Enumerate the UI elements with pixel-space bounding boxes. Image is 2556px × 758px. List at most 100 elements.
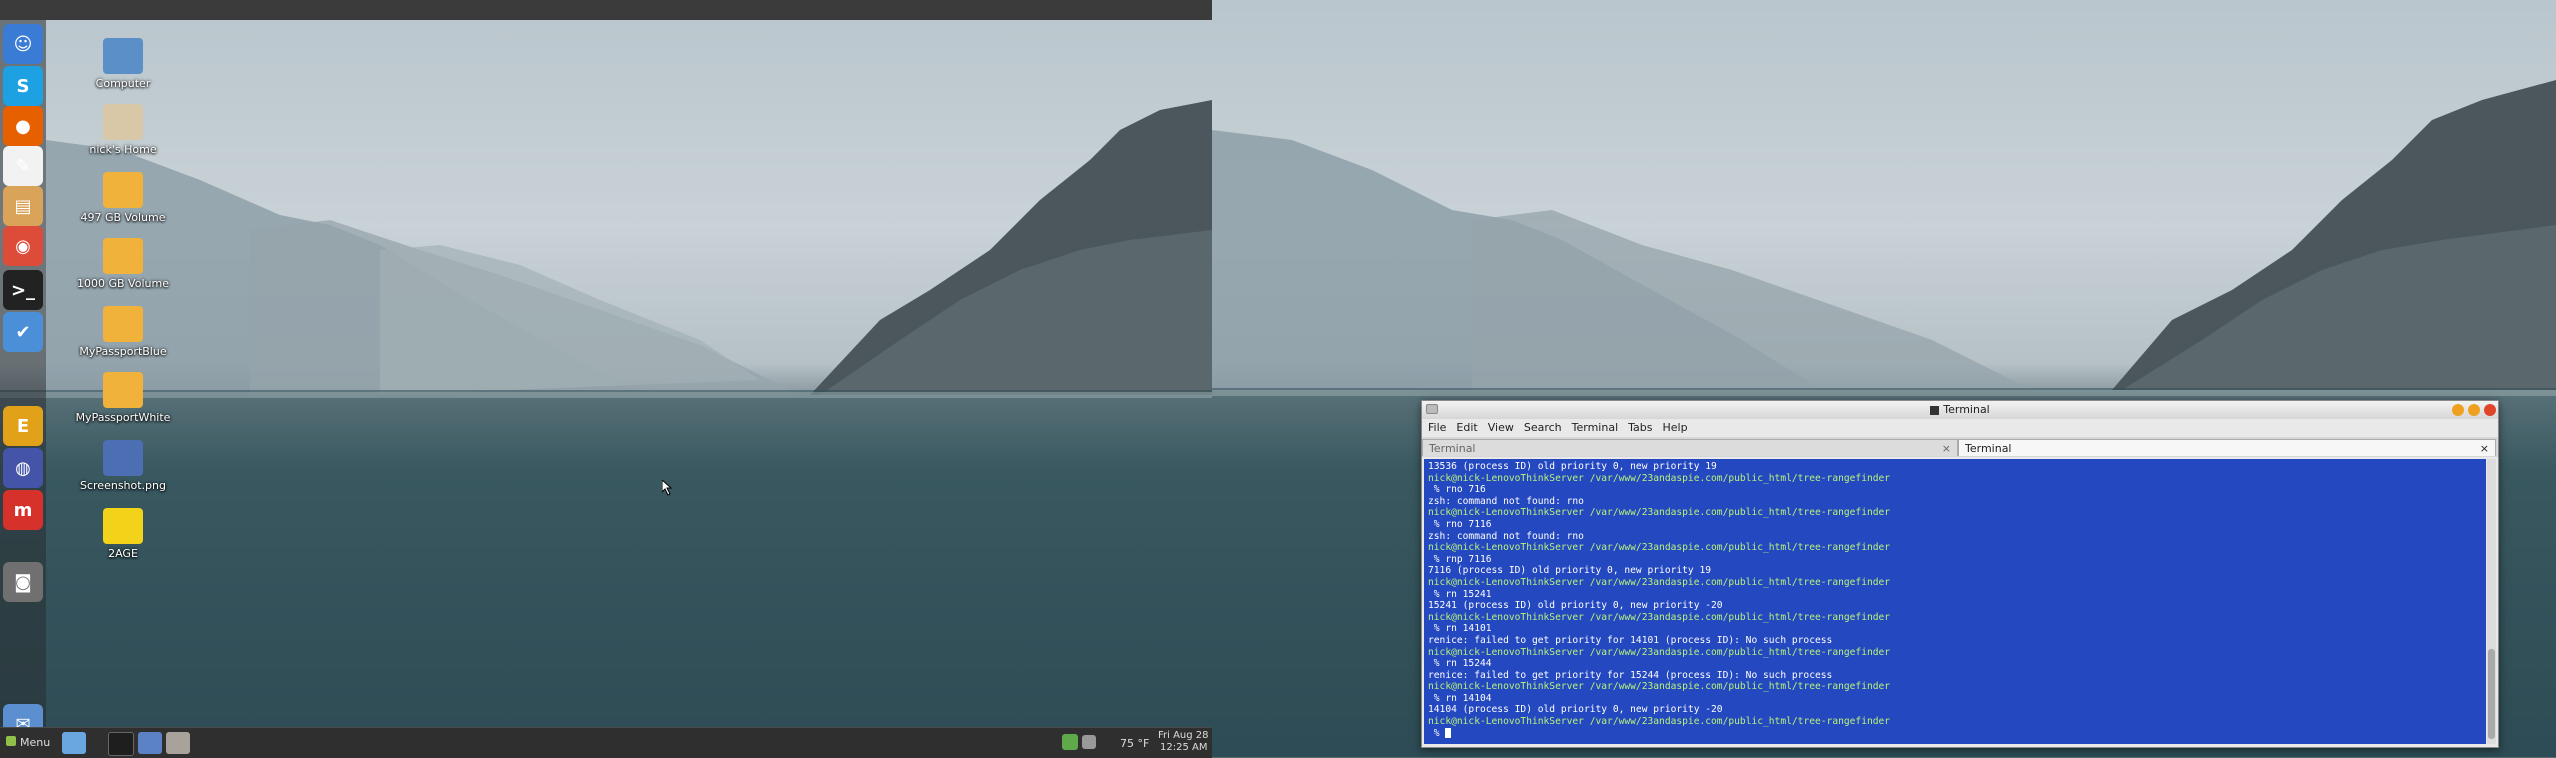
terminal-window[interactable]: Terminal File Edit View Search Terminal Tabs H… bbox=[1421, 400, 2499, 748]
menu-item-terminal[interactable]: Terminal bbox=[1572, 421, 1619, 434]
menu-item-file[interactable]: File bbox=[1428, 421, 1446, 434]
prompt-user-host: nick@nick-LenovoThinkServer bbox=[1428, 646, 1584, 658]
terminal-line: nick@nick-LenovoThinkServer /var/www/23a… bbox=[1428, 612, 2482, 624]
terminal-line: % rn 15244 bbox=[1428, 658, 2482, 670]
desktop-icon[interactable]: Computer bbox=[68, 38, 178, 90]
terminal-line: 14104 (process ID) old priority 0, new p… bbox=[1428, 704, 2482, 716]
terminal-line: % rno 7116 bbox=[1428, 519, 2482, 531]
output-text: renice: failed to get priority for 15244… bbox=[1428, 669, 1833, 681]
output-text: zsh: command not found: rno bbox=[1428, 495, 1584, 507]
terminal-scrollbar[interactable] bbox=[2487, 459, 2496, 744]
tab-terminal-2[interactable]: Terminal × bbox=[1958, 439, 2496, 456]
prompt-directory: /var/www/23andaspie.com/public_html/tree… bbox=[1583, 472, 1891, 484]
window-menu-icon[interactable] bbox=[1426, 404, 1438, 414]
terminal-titlebar[interactable]: Terminal bbox=[1422, 401, 2498, 419]
desktop-icon-label: Computer bbox=[95, 77, 151, 90]
menu-item-edit[interactable]: Edit bbox=[1456, 421, 1477, 434]
firefox-icon[interactable]: ● bbox=[3, 106, 43, 146]
output-text: 15241 (process ID) old priority 0, new p… bbox=[1428, 600, 1723, 612]
application-dock: ☺ S ● ✎ ▤ ◉ >_ ✔ E ◍ m ◙ ✉ bbox=[0, 20, 46, 744]
terminal-line: nick@nick-LenovoThinkServer /var/www/23a… bbox=[1428, 542, 2482, 554]
output-text: % rnp 7116 bbox=[1428, 553, 1492, 565]
image-file-icon bbox=[103, 440, 143, 476]
prompt-user-host: nick@nick-LenovoThinkServer bbox=[1428, 576, 1584, 588]
prompt-user-host: nick@nick-LenovoThinkServer bbox=[1428, 507, 1584, 519]
terminal-line: zsh: command not found: rno bbox=[1428, 496, 2482, 508]
network-icon[interactable] bbox=[1062, 734, 1078, 750]
shield-icon[interactable] bbox=[138, 732, 162, 754]
skype-icon[interactable]: S bbox=[3, 66, 43, 106]
terminal-output[interactable]: 13536 (process ID) old priority 0, new p… bbox=[1424, 459, 2486, 744]
chrome-icon[interactable]: ◉ bbox=[3, 226, 43, 266]
terminal-line: 13536 (process ID) old priority 0, new p… bbox=[1428, 461, 2482, 473]
desktop-icon[interactable]: MyPassportBlue bbox=[68, 306, 178, 358]
clock-date[interactable]: Fri Aug 28 bbox=[1158, 730, 1209, 741]
battery-icon[interactable] bbox=[1082, 735, 1096, 749]
prompt-user-host: nick@nick-LenovoThinkServer bbox=[1428, 472, 1584, 484]
output-text: zsh: command not found: rno bbox=[1428, 530, 1584, 542]
terminal-line: nick@nick-LenovoThinkServer /var/www/23a… bbox=[1428, 681, 2482, 693]
scrollbar-thumb[interactable] bbox=[2488, 649, 2495, 739]
menu-icon bbox=[6, 736, 16, 746]
desktop-icon[interactable]: MyPassportWhite bbox=[68, 372, 178, 424]
temperature-readout[interactable]: 75 °F bbox=[1120, 737, 1149, 750]
prompt-user-host: nick@nick-LenovoThinkServer bbox=[1428, 681, 1584, 693]
screenshot-tool-icon[interactable]: ◙ bbox=[3, 562, 43, 602]
desktop-icon[interactable]: 1000 GB Volume bbox=[68, 238, 178, 290]
file-manager-icon[interactable] bbox=[62, 732, 86, 754]
tab-label: Terminal bbox=[1965, 442, 2012, 455]
desktop-icon[interactable]: 2AGE bbox=[68, 508, 178, 560]
finder-icon[interactable]: ☺ bbox=[3, 24, 43, 64]
book-reader-icon[interactable]: ▤ bbox=[3, 186, 43, 226]
terminal-line: nick@nick-LenovoThinkServer /var/www/23a… bbox=[1428, 577, 2482, 589]
terminal-line: % rn 14104 bbox=[1428, 693, 2482, 705]
clock-time[interactable]: 12:25 AM bbox=[1160, 742, 1207, 753]
globe-icon[interactable]: ◍ bbox=[3, 448, 43, 488]
menu-item-help[interactable]: Help bbox=[1663, 421, 1688, 434]
desktop-icon-label: 1000 GB Volume bbox=[77, 277, 169, 290]
desktop-icon[interactable]: 497 GB Volume bbox=[68, 172, 178, 224]
output-text: % rn 15241 bbox=[1428, 588, 1492, 600]
menu-item-search[interactable]: Search bbox=[1524, 421, 1562, 434]
m-app-icon[interactable]: m bbox=[3, 490, 43, 530]
terminal-icon[interactable]: >_ bbox=[3, 270, 43, 310]
terminal-launcher-icon[interactable] bbox=[108, 732, 134, 756]
tab-label: Terminal bbox=[1429, 442, 1476, 455]
desktop-icon[interactable]: Screenshot.png bbox=[68, 440, 178, 492]
output-text: % rno 7116 bbox=[1428, 518, 1492, 530]
terminal-line: renice: failed to get priority for 14101… bbox=[1428, 635, 2482, 647]
prompt-directory: /var/www/23andaspie.com/public_html/tree… bbox=[1583, 507, 1891, 519]
terminal-line: % rn 14101 bbox=[1428, 623, 2482, 635]
screenshot-app-icon[interactable] bbox=[166, 732, 190, 754]
terminal-line: % rnp 7116 bbox=[1428, 554, 2482, 566]
left-desktop-wallpaper bbox=[0, 0, 1212, 757]
close-icon[interactable] bbox=[2484, 404, 2496, 416]
terminal-line: % rn 15241 bbox=[1428, 589, 2482, 601]
menu-button[interactable]: Menu bbox=[6, 736, 50, 749]
computer-icon bbox=[103, 38, 143, 74]
minimize-icon[interactable] bbox=[2452, 404, 2464, 416]
maximize-icon[interactable] bbox=[2468, 404, 2480, 416]
drive-icon bbox=[103, 306, 143, 342]
text-editor-icon[interactable]: ✎ bbox=[3, 146, 43, 186]
output-text: 7116 (process ID) old priority 0, new pr… bbox=[1428, 565, 1712, 577]
desktop-icon[interactable]: nick's Home bbox=[68, 104, 178, 156]
output-text: 13536 (process ID) old priority 0, new p… bbox=[1428, 461, 1717, 472]
e-app-icon[interactable]: E bbox=[3, 406, 43, 446]
output-text: renice: failed to get priority for 14101… bbox=[1428, 634, 1833, 646]
tab-close-icon[interactable]: × bbox=[1942, 440, 1951, 457]
tab-terminal-1[interactable]: Terminal × bbox=[1422, 439, 1958, 456]
mountain-lake-scene bbox=[0, 100, 1212, 757]
settings-tool-icon[interactable]: ✔ bbox=[3, 312, 43, 352]
output-text: % rn 14101 bbox=[1428, 623, 1492, 635]
terminal-line: nick@nick-LenovoThinkServer /var/www/23a… bbox=[1428, 647, 2482, 659]
menu-item-view[interactable]: View bbox=[1488, 421, 1514, 434]
prompt-user-host: nick@nick-LenovoThinkServer bbox=[1428, 611, 1584, 623]
tab-close-icon[interactable]: × bbox=[2480, 440, 2489, 457]
prompt-directory: /var/www/23andaspie.com/public_html/tree… bbox=[1583, 681, 1891, 693]
prompt-directory: /var/www/23andaspie.com/public_html/tree… bbox=[1583, 716, 1891, 728]
terminal-text: 13536 (process ID) old priority 0, new p… bbox=[1424, 459, 2486, 741]
text-cursor bbox=[1445, 727, 1452, 738]
menu-item-tabs[interactable]: Tabs bbox=[1628, 421, 1652, 434]
terminal-line: % rno 716 bbox=[1428, 484, 2482, 496]
